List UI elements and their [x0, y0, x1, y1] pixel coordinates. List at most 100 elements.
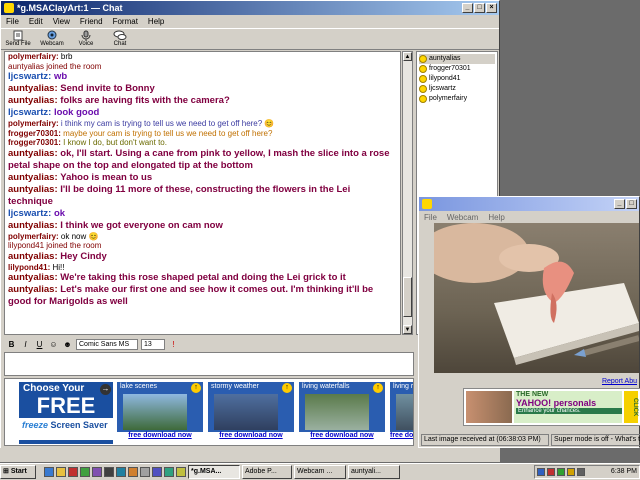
- tray-icon[interactable]: [537, 468, 545, 476]
- font-select[interactable]: Comic Sans MS: [76, 338, 138, 350]
- chat-message: ljcswartz: wb: [8, 71, 397, 83]
- tray-icon[interactable]: [567, 468, 575, 476]
- user-list-item[interactable]: lilypond41: [419, 74, 495, 84]
- underline-button[interactable]: U: [34, 339, 45, 350]
- task-chat[interactable]: *g.MSA...: [188, 465, 240, 479]
- quicklaunch-app-icon[interactable]: [128, 467, 138, 477]
- ad-card-waterfalls[interactable]: living waterfalls ↑ free download now: [299, 382, 385, 444]
- quicklaunch-app-icon[interactable]: [68, 467, 78, 477]
- quicklaunch-app-icon[interactable]: [104, 467, 114, 477]
- quicklaunch-app-icon[interactable]: [140, 467, 150, 477]
- webcam-maximize-button[interactable]: □: [626, 199, 637, 209]
- task-auntyalias[interactable]: auntyali...: [348, 465, 400, 479]
- user-list-item[interactable]: polymerfairy: [419, 94, 495, 104]
- message-sender[interactable]: frogger70301:: [8, 138, 61, 147]
- message-sender[interactable]: auntyalias:: [8, 251, 58, 262]
- message-sender[interactable]: auntyalias:: [8, 284, 58, 295]
- message-sender[interactable]: auntyalias:: [8, 184, 58, 195]
- windows-logo-icon: ⊞: [3, 468, 9, 475]
- chat-titlebar[interactable]: *g.MSAClayArt:1 — Chat _ □ ×: [1, 1, 499, 15]
- tray-icon[interactable]: [577, 468, 585, 476]
- quicklaunch-app-icon[interactable]: [116, 467, 126, 477]
- ignore-user-icon[interactable]: !: [168, 339, 179, 350]
- chat-message: lilypond41: Hi!!: [8, 263, 397, 273]
- yahoo-personals-ad[interactable]: THE NEW YAHOO! personals Enhance your ch…: [463, 388, 640, 426]
- quicklaunch-app-icon[interactable]: [176, 467, 186, 477]
- ad-download-link[interactable]: free download now: [117, 432, 203, 444]
- quicklaunch-app-icon[interactable]: [80, 467, 90, 477]
- user-list-item[interactable]: ljcswartz: [419, 84, 495, 94]
- ad-download-link[interactable]: free download now: [299, 432, 385, 444]
- user-list-item[interactable]: frogger70301: [419, 64, 495, 74]
- message-sender[interactable]: frogger70301:: [8, 129, 61, 138]
- message-sender[interactable]: lilypond41:: [8, 263, 50, 272]
- smiley-insert-icon[interactable]: ☺: [48, 339, 59, 350]
- message-sender[interactable]: ljcswartz:: [8, 208, 51, 219]
- message-sender[interactable]: auntyalias:: [8, 272, 58, 283]
- message-sender[interactable]: auntyalias:: [8, 172, 58, 183]
- message-sender[interactable]: polymerfairy:: [8, 52, 59, 61]
- quicklaunch-app-icon[interactable]: [164, 467, 174, 477]
- message-sender[interactable]: auntyalias:: [8, 83, 58, 94]
- screensaver-ad-banner[interactable]: Choose Your → FREE freeze Screen Saver l…: [4, 378, 414, 446]
- task-adobe[interactable]: Adobe P...: [242, 465, 292, 479]
- ad-download-link[interactable]: free download now: [390, 432, 413, 444]
- menu-format[interactable]: Format: [113, 15, 138, 28]
- webcam-minimize-button[interactable]: _: [614, 199, 625, 209]
- message-sender[interactable]: auntyalias:: [8, 95, 58, 106]
- message-text: I know I do, but don't want to.: [63, 138, 167, 147]
- free-screensaver-block[interactable]: Choose Your → FREE freeze Screen Saver: [19, 382, 113, 444]
- tray-icon[interactable]: [557, 468, 565, 476]
- ad-card-lake[interactable]: lake scenes ↑ free download now: [117, 382, 203, 444]
- quicklaunch-app-icon[interactable]: [92, 467, 102, 477]
- menu-edit[interactable]: Edit: [29, 15, 43, 28]
- font-size-select[interactable]: 13: [141, 338, 165, 350]
- yahoo-personals-logo: YAHOO! personals: [516, 398, 597, 408]
- scroll-down-button[interactable]: ▼: [403, 325, 412, 334]
- message-sender[interactable]: polymerfairy:: [8, 232, 59, 241]
- user-list-item[interactable]: auntyalias: [419, 54, 495, 64]
- task-webcam[interactable]: Webcam ...: [294, 465, 346, 479]
- menu-friend[interactable]: Friend: [80, 15, 103, 28]
- webcam-titlebar[interactable]: _ □: [419, 197, 639, 211]
- minimize-button[interactable]: _: [462, 3, 473, 13]
- maximize-button[interactable]: □: [474, 3, 485, 13]
- click-button[interactable]: CLICK: [624, 391, 638, 423]
- tray-icon[interactable]: [547, 468, 555, 476]
- scroll-up-button[interactable]: ▲: [403, 52, 412, 61]
- ad-arrow-icon: →: [100, 384, 111, 395]
- send-file-button[interactable]: Send File: [5, 29, 31, 49]
- menu-view[interactable]: View: [53, 15, 70, 28]
- quicklaunch-app-icon[interactable]: [152, 467, 162, 477]
- message-sender[interactable]: polymerfairy:: [8, 119, 59, 128]
- close-button[interactable]: ×: [486, 3, 497, 13]
- ad-download-link[interactable]: free download now: [208, 432, 294, 444]
- message-sender[interactable]: auntyalias:: [8, 220, 58, 231]
- scroll-thumb[interactable]: [403, 277, 412, 317]
- message-sender[interactable]: ljcswartz:: [8, 71, 51, 82]
- message-input[interactable]: [4, 352, 414, 376]
- voice-button[interactable]: Voice: [73, 29, 99, 49]
- webcam-button[interactable]: Webcam: [39, 29, 65, 49]
- quicklaunch-folder-icon[interactable]: [56, 467, 66, 477]
- quicklaunch-ie-icon[interactable]: [44, 467, 54, 477]
- menu-file[interactable]: File: [6, 15, 19, 28]
- chat-scrollbar[interactable]: ▲ ▼: [402, 51, 413, 335]
- chat-button[interactable]: Chat: [107, 29, 133, 49]
- bold-button[interactable]: B: [6, 339, 17, 350]
- super-mode-status[interactable]: Super mode is off - What's thi: [551, 434, 640, 446]
- italic-button[interactable]: I: [20, 339, 31, 350]
- message-sender[interactable]: auntyalias:: [8, 148, 58, 159]
- message-sender[interactable]: ljcswartz:: [8, 107, 51, 118]
- ad-card-stormy[interactable]: stormy weather ↑ free download now: [208, 382, 294, 444]
- emoticon-picker-icon[interactable]: ☻: [62, 339, 73, 350]
- ad-card-rain[interactable]: living rain free download now: [390, 382, 413, 444]
- lake-thumbnail: [123, 394, 187, 430]
- yahoo-app-icon: [4, 3, 14, 13]
- start-button[interactable]: ⊞ Start: [0, 465, 36, 479]
- chat-log[interactable]: polymerfairy: brb auntyalias joined the r…: [4, 51, 401, 335]
- message-text: Hi!!: [52, 262, 65, 272]
- menu-help[interactable]: Help: [148, 15, 164, 28]
- report-abuse-link[interactable]: Report Abu: [602, 378, 637, 385]
- message-text: I'll be doing 11 more of these, construc…: [8, 183, 351, 207]
